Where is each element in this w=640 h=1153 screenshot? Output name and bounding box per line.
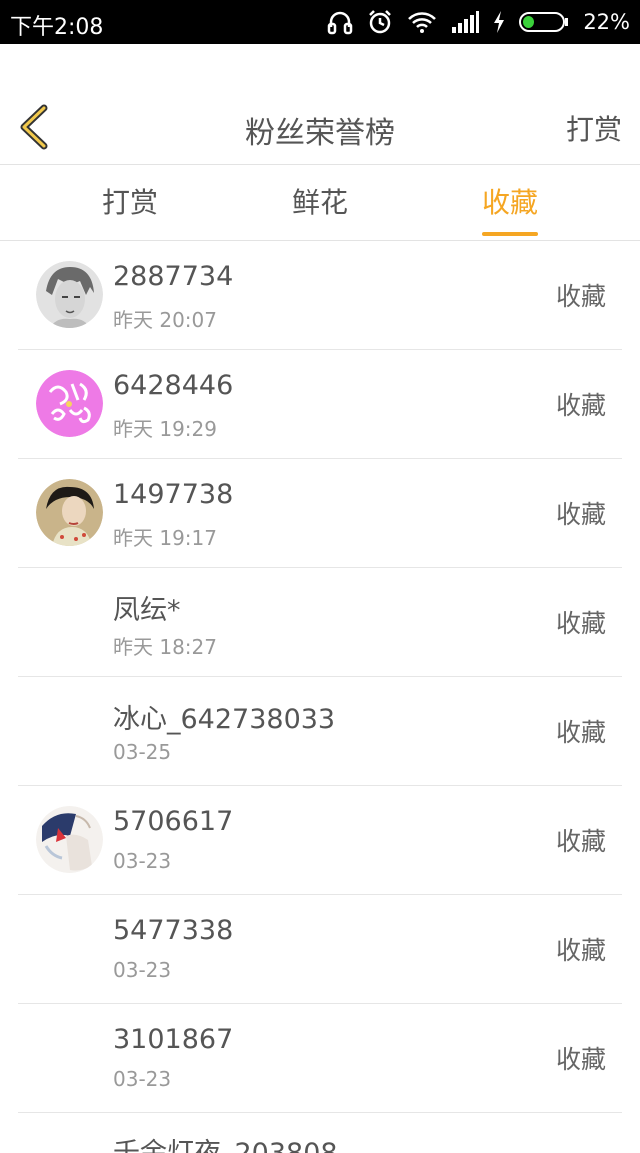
fan-name: 千余灯夜_203808 — [113, 1131, 338, 1153]
avatar — [36, 479, 103, 546]
fan-time: 昨天 19:17 — [113, 526, 217, 550]
battery-icon — [519, 12, 569, 32]
fan-time: 昨天 19:29 — [113, 417, 217, 441]
tab-bar: 打赏 鲜花 收藏 — [0, 165, 640, 241]
fan-action: 收藏 — [555, 936, 606, 965]
list-item[interactable]: 6428446 昨天 19:29 收藏 — [18, 350, 622, 459]
fan-name: 5706617 — [113, 806, 234, 837]
fan-action: 收藏 — [555, 609, 606, 638]
page-title: 粉丝荣誉榜 — [245, 116, 395, 151]
fan-name: 1497738 — [113, 479, 234, 510]
fan-action: 收藏 — [555, 718, 606, 747]
charging-icon — [494, 11, 505, 33]
fan-time: 昨天 20:07 — [113, 308, 217, 332]
fan-action: 收藏 — [555, 500, 606, 529]
headset-icon — [328, 11, 353, 35]
signal-icon — [452, 11, 480, 33]
fan-name: 凤纭* — [113, 595, 181, 626]
avatar — [36, 806, 103, 873]
fan-action: 收藏 — [555, 1045, 606, 1074]
list-item[interactable]: 冰心_642738033 03-25 收藏 — [18, 677, 622, 786]
list-item[interactable]: 5477338 03-23 收藏 — [18, 895, 622, 1004]
fan-time: 03-23 — [113, 958, 172, 982]
header-bar: 粉丝荣誉榜 打赏 — [0, 44, 640, 165]
list-item[interactable]: 凤纭* 昨天 18:27 收藏 — [18, 568, 622, 677]
fan-time: 昨天 18:27 — [113, 635, 217, 659]
fan-name: 3101867 — [113, 1024, 234, 1055]
alarm-icon — [369, 10, 392, 34]
fan-list: 2887734 昨天 20:07 收藏 6428446 昨天 19:29 收藏 — [0, 241, 640, 1153]
tab-reward[interactable]: 打赏 — [70, 165, 190, 240]
fan-action: 收藏 — [555, 391, 606, 420]
status-bar: 下午2:08 22% — [0, 0, 640, 44]
fan-name: 6428446 — [113, 370, 234, 401]
fan-time: 03-23 — [113, 1067, 172, 1091]
status-time: 下午2:08 — [10, 15, 104, 40]
list-item[interactable]: 5706617 03-23 收藏 — [18, 786, 622, 895]
fan-action: 收藏 — [555, 282, 606, 311]
tab-favorites[interactable]: 收藏 — [450, 165, 570, 240]
fan-name: 冰心_642738033 — [113, 704, 336, 735]
reward-button[interactable]: 打赏 — [566, 108, 622, 148]
list-item[interactable]: 3101867 03-23 收藏 — [18, 1004, 622, 1113]
avatar — [36, 261, 103, 328]
list-item[interactable]: 1497738 昨天 19:17 收藏 — [18, 459, 622, 568]
wifi-icon — [408, 12, 437, 33]
list-item[interactable]: 千余灯夜_203808 — [18, 1113, 622, 1153]
fan-time: 03-25 — [113, 740, 172, 764]
fan-name: 2887734 — [113, 261, 234, 292]
list-item[interactable]: 2887734 昨天 20:07 收藏 — [18, 241, 622, 350]
fan-action: 收藏 — [555, 827, 606, 856]
battery-percent: 22% — [583, 10, 630, 34]
fan-name: 5477338 — [113, 915, 234, 946]
tab-flowers[interactable]: 鲜花 — [260, 165, 380, 240]
avatar — [36, 370, 103, 437]
status-icons: 22% — [327, 8, 630, 36]
fan-time: 03-23 — [113, 849, 172, 873]
